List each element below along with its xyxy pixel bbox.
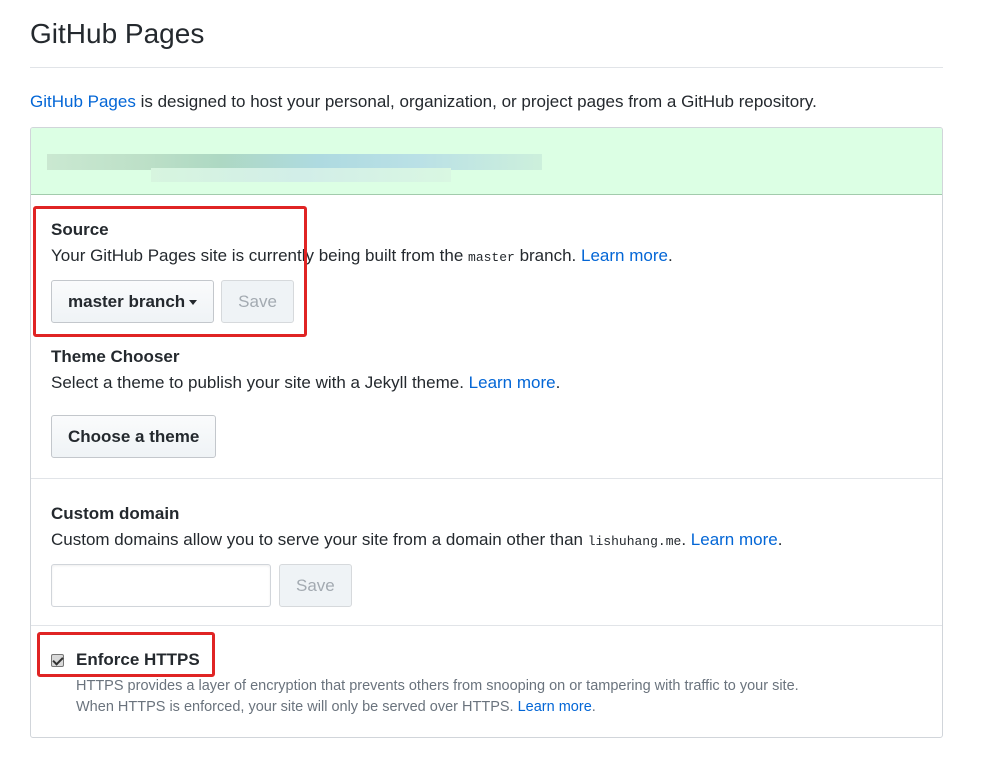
domain-code: lishuhang.me xyxy=(587,534,682,549)
domain-period: . xyxy=(777,530,783,549)
blurred-status-message-shadow xyxy=(151,168,451,182)
custom-domain-description: Custom domains allow you to serve your s… xyxy=(51,530,931,550)
custom-domain-label: Custom domain xyxy=(51,504,180,523)
status-flash-banner xyxy=(31,128,942,195)
https-desc-line1: HTTPS provides a layer of encryption tha… xyxy=(76,678,799,694)
source-learn-more-link[interactable]: Learn more xyxy=(581,246,668,265)
https-learn-more-link[interactable]: Learn more xyxy=(518,699,592,715)
theme-description: Select a theme to publish your site with… xyxy=(51,373,931,393)
intro-text: GitHub Pages is designed to host your pe… xyxy=(30,92,817,112)
https-desc-line2: When HTTPS is enforced, your site will o… xyxy=(76,697,931,718)
theme-desc-text: Select a theme to publish your site with… xyxy=(51,373,469,392)
theme-section: Theme Chooser Select a theme to publish … xyxy=(51,347,931,458)
source-label: Source xyxy=(51,220,109,239)
domain-desc-prefix: Custom domains allow you to serve your s… xyxy=(51,530,588,549)
theme-learn-more-link[interactable]: Learn more xyxy=(469,373,556,392)
caret-down-icon xyxy=(189,300,198,306)
source-desc-prefix: Your GitHub Pages site is currently bein… xyxy=(51,246,469,265)
custom-domain-controls: Save xyxy=(51,564,931,607)
choose-theme-button[interactable]: Choose a theme xyxy=(51,415,217,458)
section-divider xyxy=(31,478,942,479)
intro-description: is designed to host your personal, organ… xyxy=(135,92,817,111)
github-pages-link[interactable]: GitHub Pages xyxy=(30,92,136,111)
custom-domain-input[interactable] xyxy=(51,564,271,607)
enforce-https-description: HTTPS provides a layer of encryption tha… xyxy=(76,676,931,718)
domain-desc-suffix: . xyxy=(681,530,691,549)
theme-period: . xyxy=(555,373,561,392)
enforce-https-label: Enforce HTTPS xyxy=(76,650,200,669)
branch-code: master xyxy=(468,250,515,265)
source-section: Source Your GitHub Pages site is current… xyxy=(51,220,931,323)
source-controls: master branch Save xyxy=(51,280,931,323)
branch-select-button[interactable]: master branch xyxy=(51,280,215,323)
domain-learn-more-link[interactable]: Learn more xyxy=(691,530,778,549)
section-divider xyxy=(31,625,942,626)
enforce-https-section: Enforce HTTPS HTTPS provides a layer of … xyxy=(51,650,931,718)
theme-controls: Choose a theme xyxy=(51,415,931,458)
source-save-button[interactable]: Save xyxy=(221,280,294,323)
page-title: GitHub Pages xyxy=(30,18,205,49)
source-desc-suffix: branch. xyxy=(514,246,581,265)
branch-select-label: master branch xyxy=(68,292,186,311)
enforce-https-row: Enforce HTTPS xyxy=(51,650,931,670)
source-description: Your GitHub Pages site is currently bein… xyxy=(51,246,931,266)
title-divider xyxy=(30,67,943,68)
domain-save-button[interactable]: Save xyxy=(279,564,352,607)
custom-domain-section: Custom domain Custom domains allow you t… xyxy=(51,504,931,607)
theme-label: Theme Chooser xyxy=(51,347,180,366)
pages-settings-box: Source Your GitHub Pages site is current… xyxy=(30,127,943,738)
github-pages-settings: GitHub Pages GitHub Pages is designed to… xyxy=(0,0,983,765)
https-desc-line2-text: When HTTPS is enforced, your site will o… xyxy=(76,699,518,715)
source-period: . xyxy=(667,246,673,265)
https-period: . xyxy=(591,699,596,715)
enforce-https-checkbox[interactable] xyxy=(51,653,64,667)
